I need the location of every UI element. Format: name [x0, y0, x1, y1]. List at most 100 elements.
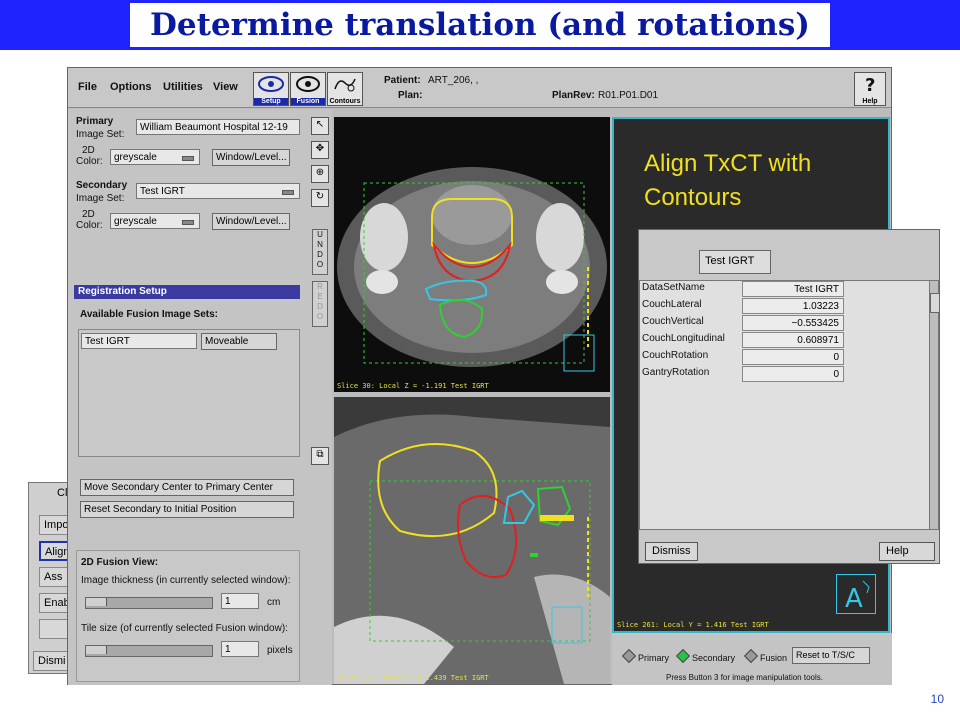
svg-text:?: ?	[865, 75, 875, 95]
table-row: CouchLateral 1.03223	[640, 298, 932, 315]
dataset-name-field[interactable]: Test IGRT	[699, 250, 771, 274]
table-row: CouchVertical −0.553425	[640, 315, 932, 332]
fusion-tool-label: Fusion	[291, 98, 325, 105]
sagittal-view[interactable]: Slice 272: Local X = 2.439 Test IGRT	[334, 397, 610, 684]
row-value[interactable]: −0.553425	[742, 315, 844, 331]
radio-secondary-label: Secondary	[692, 653, 736, 663]
primary-2d-label: 2D	[82, 145, 95, 156]
planrev-label: PlanRev:	[552, 90, 595, 101]
primary-image-set-field[interactable]: William Beaumont Hospital 12-19	[136, 119, 300, 135]
undo-button[interactable]: UNDO	[312, 229, 328, 275]
fusion-tool-button[interactable]: Fusion	[290, 72, 326, 106]
tile-size-slider[interactable]	[85, 645, 213, 657]
undo-label: UNDO	[316, 230, 324, 269]
slider-knob[interactable]	[86, 646, 107, 654]
slider-knob[interactable]	[86, 598, 107, 606]
table-row: GantryRotation 0	[640, 366, 932, 383]
primary-window-level-button[interactable]: Window/Level...	[212, 149, 290, 166]
image-thickness-input[interactable]: 1	[221, 593, 259, 609]
dropdown-icon	[282, 190, 294, 195]
slide-number: 10	[930, 692, 944, 706]
contours-tool-label: Contours	[329, 98, 361, 105]
menu-options[interactable]: Options	[110, 81, 152, 93]
fusion-set-mode-button[interactable]: Moveable	[201, 333, 277, 350]
row-key: GantryRotation	[642, 367, 710, 378]
dropdown-icon	[182, 156, 194, 161]
primary-image-set-label: Image Set:	[76, 129, 125, 140]
primary-color-select[interactable]: greyscale	[110, 149, 200, 165]
image-thickness-slider[interactable]	[85, 597, 213, 609]
help-button[interactable]: Help	[879, 542, 935, 561]
fusion-view-panel: 2D Fusion View: Image thickness (in curr…	[76, 550, 300, 682]
view-tools-column: ↖ ✥ ⊕ ↻ UNDO REDO ⧉	[308, 109, 332, 685]
scrollbar-thumb[interactable]	[930, 293, 940, 313]
left-panel: Primary Image Set: William Beaumont Hosp…	[68, 109, 308, 685]
table-row: DataSetName Test IGRT	[640, 281, 932, 298]
radio-primary[interactable]: Primary	[621, 648, 669, 664]
menu-view[interactable]: View	[213, 81, 238, 93]
axial-caption: Slice 30: Local Z = -1.191 Test IGRT	[337, 382, 489, 390]
radio-dot	[675, 648, 691, 664]
question-mark-icon: ?	[865, 75, 875, 96]
reset-secondary-button[interactable]: Reset Secondary to Initial Position	[80, 501, 294, 518]
radio-secondary[interactable]: Secondary	[675, 648, 736, 664]
menu-file[interactable]: File	[78, 81, 97, 93]
image-thickness-label: Image thickness (in currently selected w…	[81, 575, 291, 586]
align-annotation: Align TxCT with Contours	[644, 150, 812, 211]
patient-label: Patient:	[384, 75, 421, 86]
orientation-icon: A	[836, 574, 876, 614]
secondary-color-select[interactable]: greyscale	[110, 213, 200, 229]
fusion-image-set-list[interactable]: Test IGRT Moveable	[78, 329, 300, 457]
setup-tool-label: Setup	[254, 98, 288, 105]
secondary-image-set-label: Image Set:	[76, 193, 125, 204]
patient-value: ART_206, ,	[428, 75, 479, 86]
radio-dot	[743, 648, 759, 664]
zoom-icon[interactable]: ⊕	[311, 165, 329, 183]
available-fusion-sets-label: Available Fusion Image Sets:	[80, 309, 219, 320]
secondary-image-set-value: Test IGRT	[140, 186, 185, 197]
radio-primary-label: Primary	[638, 653, 669, 663]
sagittal-ct-image	[334, 397, 610, 684]
row-value[interactable]: 1.03223	[742, 298, 844, 314]
primary-color-label: Color:	[76, 156, 103, 167]
row-value[interactable]: 0	[742, 349, 844, 365]
help-tool-button[interactable]: ? Help	[854, 72, 886, 106]
setup-tool-button[interactable]: Setup	[253, 72, 289, 106]
row-value[interactable]: Test IGRT	[742, 281, 844, 297]
overlay-icon[interactable]: ⧉	[311, 447, 329, 465]
row-value[interactable]: 0.608971	[742, 332, 844, 348]
dropdown-icon	[182, 220, 194, 225]
pointer-icon[interactable]: ↖	[311, 117, 329, 135]
row-value[interactable]: 0	[742, 366, 844, 382]
table-row: CouchRotation 0	[640, 349, 932, 366]
rotate-icon[interactable]: ↻	[311, 189, 329, 207]
secondary-image-set-select[interactable]: Test IGRT	[136, 183, 300, 199]
dialog-scrollbar[interactable]	[929, 280, 940, 530]
row-key: CouchVertical	[642, 316, 704, 327]
plan-label: Plan:	[398, 90, 423, 101]
secondary-color-label: Color:	[76, 220, 103, 231]
row-key: CouchLateral	[642, 299, 702, 310]
move-secondary-center-button[interactable]: Move Secondary Center to Primary Center	[80, 479, 294, 496]
radio-fusion[interactable]: Fusion	[743, 648, 787, 664]
fusion-view-title: 2D Fusion View:	[81, 557, 159, 568]
fusion-eye-icon	[296, 76, 320, 92]
help-tool-label: Help	[862, 98, 878, 105]
axial-ct-image	[337, 167, 607, 372]
reset-tsc-button[interactable]: Reset to T/S/C	[792, 647, 870, 664]
contours-tool-button[interactable]: Contours	[327, 72, 363, 106]
dismiss-button[interactable]: Dismiss	[645, 542, 698, 561]
planrev-value: R01.P01.D01	[598, 90, 659, 101]
menu-utilities[interactable]: Utilities	[163, 81, 203, 93]
axial-view[interactable]: Slice 30: Local Z = -1.191 Test IGRT	[334, 117, 610, 392]
fusion-set-name[interactable]: Test IGRT	[81, 333, 197, 349]
secondary-window-level-button[interactable]: Window/Level...	[212, 213, 290, 230]
registration-setup-header: Registration Setup	[74, 285, 300, 299]
image-thickness-unit: cm	[267, 597, 281, 608]
pan-icon[interactable]: ✥	[311, 141, 329, 159]
tile-size-input[interactable]: 1	[221, 641, 259, 657]
primary-heading: Primary	[76, 116, 114, 127]
row-key: CouchRotation	[642, 350, 709, 361]
redo-button[interactable]: REDO	[312, 281, 328, 327]
primary-color-value: greyscale	[114, 152, 157, 163]
